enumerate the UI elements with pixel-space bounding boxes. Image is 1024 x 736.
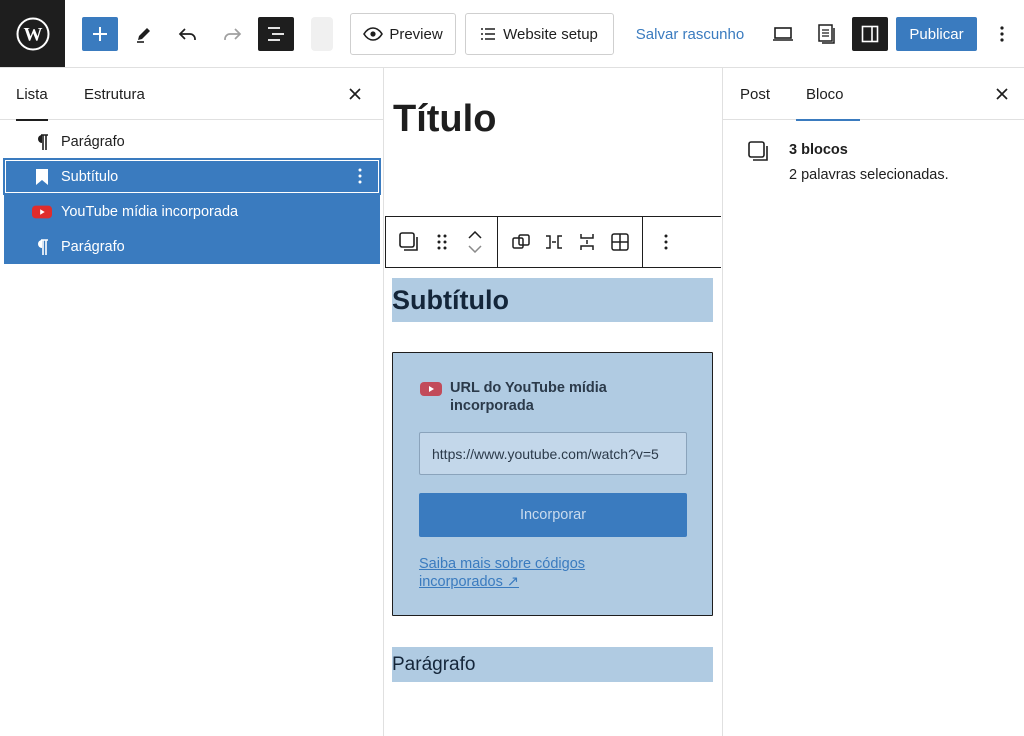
tools-button[interactable] <box>128 17 160 51</box>
close-list-view-button[interactable] <box>343 82 367 106</box>
block-toolbar-group <box>386 217 498 267</box>
list-view-icon <box>268 27 284 41</box>
list-item[interactable]: YouTube mídia incorporada <box>4 194 380 229</box>
checklist-icon <box>481 28 496 40</box>
editor-canvas: Título Subtítulo URL do YouTube mídia in… <box>385 68 721 736</box>
block-toolbar-group <box>498 217 643 267</box>
block-tree: Parágrafo Subtítulo YouTube mídia incorp… <box>4 124 380 264</box>
list-item[interactable]: Parágrafo <box>4 124 380 159</box>
stack-button[interactable] <box>570 222 603 262</box>
list-item-label: Parágrafo <box>61 133 125 150</box>
website-setup-label: Website setup <box>503 25 598 43</box>
settings-sidebar: Post Bloco 3 blocos 2 palavras seleciona… <box>722 68 1024 736</box>
preview-label: Preview <box>389 25 443 43</box>
settings-tabs: Post Bloco <box>723 68 1024 121</box>
plus-icon <box>93 27 107 41</box>
list-item-label: YouTube mídia incorporada <box>61 203 239 220</box>
paragraph-icon <box>38 238 48 255</box>
youtube-embed-block[interactable]: URL do YouTube mídia incorporada https:/… <box>392 352 713 616</box>
website-setup-button[interactable]: Website setup <box>465 13 614 55</box>
undo-button[interactable] <box>172 17 204 51</box>
close-icon <box>996 88 1008 100</box>
chevron-up-icon <box>467 231 482 239</box>
device-preview-button[interactable] <box>768 17 798 51</box>
multiple-blocks-icon <box>748 141 768 161</box>
block-toolbar <box>385 216 721 268</box>
add-block-button[interactable] <box>82 17 118 51</box>
word-count: 2 palavras selecionadas. <box>789 167 949 183</box>
tab-lista[interactable]: Lista <box>16 68 48 121</box>
list-view-button[interactable] <box>258 17 294 51</box>
subtitle-block[interactable]: Subtítulo <box>392 278 713 322</box>
list-view-panel: Lista Estrutura Parágrafo Subtítulo YouT… <box>0 68 384 736</box>
tab-estrutura[interactable]: Estrutura <box>84 68 145 120</box>
eye-icon <box>363 27 384 41</box>
tab-post[interactable]: Post <box>740 68 770 120</box>
document-icon <box>818 24 835 44</box>
list-item[interactable]: Parágrafo <box>4 229 380 264</box>
block-type-button[interactable] <box>392 222 425 262</box>
redo-button[interactable] <box>216 17 248 51</box>
grid-icon <box>610 233 629 251</box>
laptop-icon <box>773 27 793 41</box>
redo-icon <box>224 28 242 40</box>
settings-sidebar-toggle[interactable] <box>852 17 888 51</box>
chevron-down-icon <box>467 245 482 253</box>
publish-button[interactable]: Publicar <box>896 17 977 51</box>
block-more-options-button[interactable] <box>649 222 682 262</box>
row-button[interactable] <box>537 222 570 262</box>
bookmark-icon <box>36 168 48 185</box>
wordpress-logo-button[interactable]: W <box>0 0 65 67</box>
more-vertical-icon <box>358 168 362 184</box>
undo-icon <box>178 28 196 40</box>
drag-handle[interactable] <box>425 222 458 262</box>
close-settings-button[interactable] <box>990 82 1014 106</box>
more-vertical-icon <box>664 234 667 250</box>
block-options-button[interactable] <box>350 166 370 186</box>
embed-button[interactable]: Incorporar <box>419 493 687 537</box>
group-button[interactable] <box>504 222 537 262</box>
embed-url-input[interactable]: https://www.youtube.com/watch?v=5 <box>419 432 687 475</box>
wordpress-icon: W <box>16 17 49 50</box>
block-toolbar-group <box>643 217 688 267</box>
youtube-icon <box>32 205 52 218</box>
sidebar-icon <box>861 25 879 43</box>
document-overview-button[interactable] <box>812 17 842 51</box>
close-icon <box>349 88 361 100</box>
multiple-blocks-icon <box>398 232 418 251</box>
list-item[interactable]: Subtítulo <box>4 159 380 194</box>
embed-header: URL do YouTube mídia incorporada <box>420 379 620 415</box>
editor-top-bar: W Preview Website setup Salvar rascunho … <box>0 0 1024 68</box>
grid-button[interactable] <box>603 222 636 262</box>
pencil-icon <box>137 28 150 43</box>
paragraph-icon <box>38 133 48 150</box>
tab-bloco[interactable]: Bloco <box>796 68 859 121</box>
svg-text:W: W <box>23 24 42 45</box>
paragraph-block[interactable]: Parágrafo <box>392 647 713 682</box>
save-draft-button[interactable]: Salvar rascunho <box>630 17 750 51</box>
options-button[interactable] <box>990 17 1014 51</box>
list-item-label: Parágrafo <box>61 238 125 255</box>
stack-icon <box>579 234 594 250</box>
embed-learn-more-link[interactable]: Saiba mais sobre códigos incorporados ↗ <box>419 555 639 591</box>
command-placeholder[interactable] <box>311 17 333 51</box>
embed-label: URL do YouTube mídia incorporada <box>450 380 607 414</box>
drag-icon <box>437 234 446 250</box>
move-buttons[interactable] <box>458 222 491 262</box>
post-title[interactable]: Título <box>393 98 496 141</box>
block-count: 3 blocos <box>789 142 848 158</box>
list-view-tabs: Lista Estrutura <box>0 68 383 121</box>
group-icon <box>511 234 530 249</box>
preview-button[interactable]: Preview <box>350 13 456 55</box>
list-item-label: Subtítulo <box>61 168 119 185</box>
youtube-icon <box>420 382 442 396</box>
selection-text: 3 blocos 2 palavras selecionadas. <box>789 138 949 188</box>
row-icon <box>545 235 562 249</box>
multi-selection-info: 3 blocos 2 palavras selecionadas. <box>747 138 949 188</box>
more-vertical-icon <box>1000 26 1004 42</box>
